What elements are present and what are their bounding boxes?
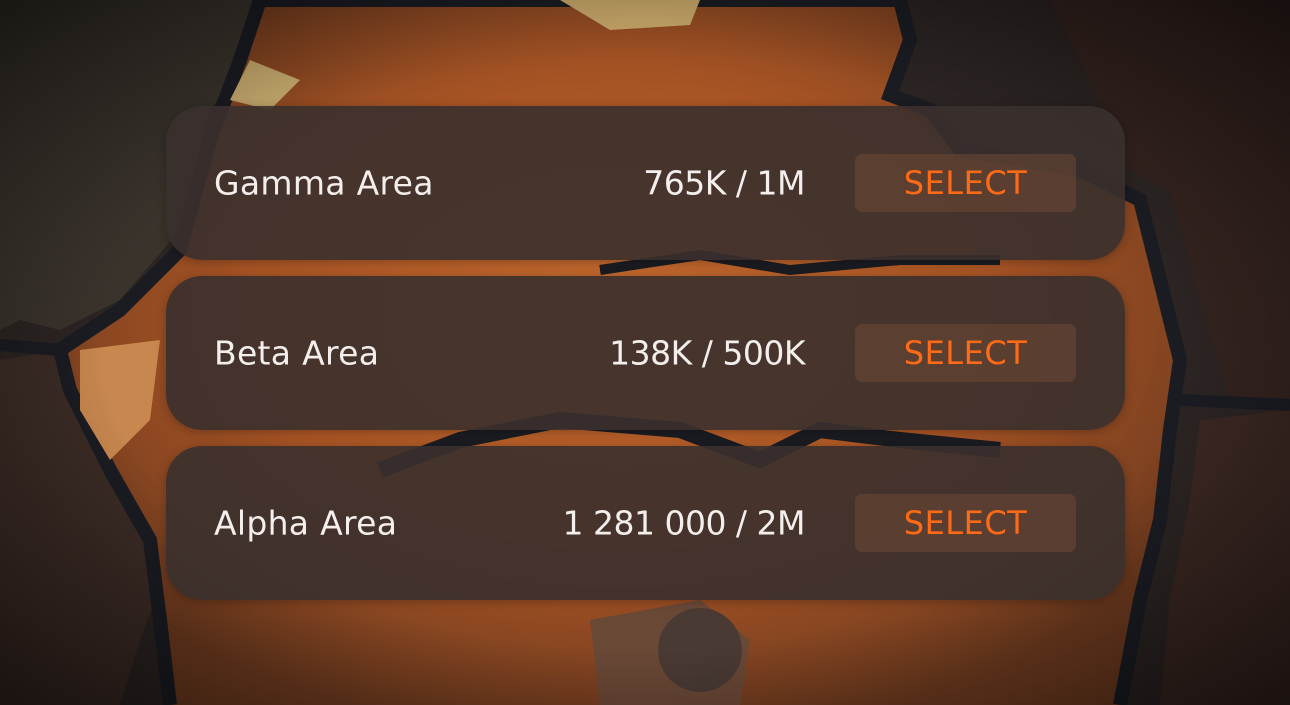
area-name: Gamma Area — [214, 163, 434, 203]
area-row-gamma: Gamma Area 765K / 1M SELECT — [166, 106, 1125, 260]
area-name: Alpha Area — [214, 503, 398, 543]
area-name: Beta Area — [214, 333, 380, 373]
select-gamma-button[interactable]: SELECT — [855, 154, 1076, 212]
area-capacity: 1 281 000 / 2M — [562, 503, 805, 543]
area-row-beta: Beta Area 138K / 500K SELECT — [166, 276, 1125, 430]
select-alpha-button[interactable]: SELECT — [855, 494, 1076, 552]
area-capacity: 138K / 500K — [609, 333, 805, 373]
select-beta-button[interactable]: SELECT — [855, 324, 1076, 382]
area-row-alpha: Alpha Area 1 281 000 / 2M SELECT — [166, 446, 1125, 600]
area-capacity: 765K / 1M — [643, 163, 805, 203]
map-screen: Gamma Area 765K / 1M SELECT Beta Area 13… — [0, 0, 1290, 705]
area-list: Gamma Area 765K / 1M SELECT Beta Area 13… — [166, 106, 1125, 600]
